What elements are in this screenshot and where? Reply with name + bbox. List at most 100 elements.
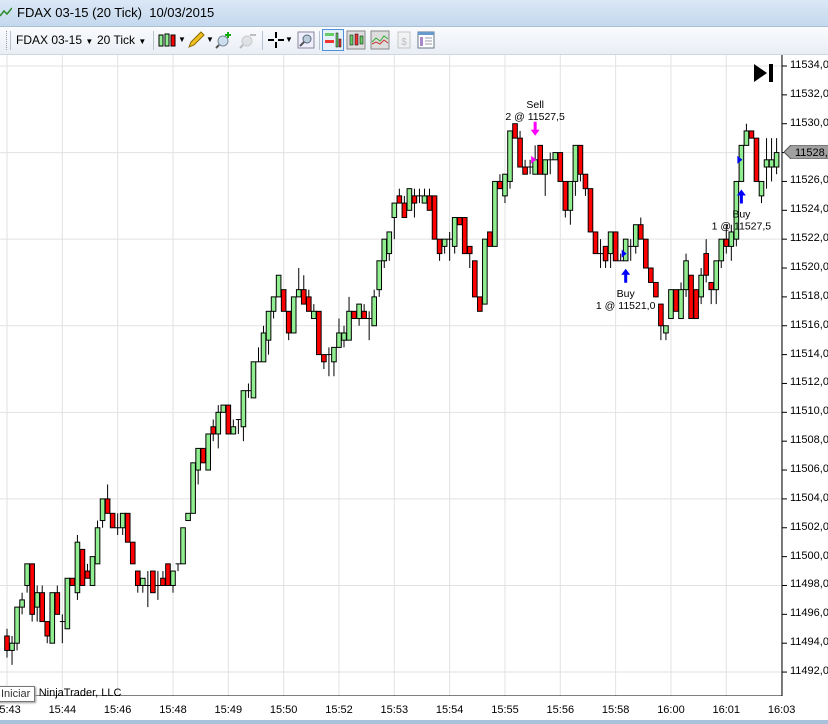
toolbar-divider: [262, 31, 263, 50]
candle-body: [436, 238, 443, 255]
candle: [587, 188, 594, 233]
candle-body: [160, 577, 166, 586]
chevron-down-icon[interactable]: ▼: [285, 31, 293, 49]
candle-body: [713, 260, 720, 291]
candle-body: [537, 144, 543, 175]
candle: [19, 592, 25, 615]
strategies-button[interactable]: [370, 30, 390, 50]
candle: [124, 512, 131, 543]
chevron-down-icon[interactable]: ▼: [206, 31, 214, 49]
candle: [331, 346, 337, 377]
candle: [300, 275, 307, 305]
indicators-button[interactable]: [346, 30, 366, 50]
candle: [145, 571, 151, 608]
candle: [567, 180, 574, 225]
candle-body: [557, 152, 564, 182]
candle: [643, 238, 649, 269]
candle: [64, 577, 71, 630]
candle-body: [14, 606, 20, 644]
draw-tool-button[interactable]: [186, 30, 206, 50]
candle-body: [311, 310, 317, 320]
chevron-down-icon[interactable]: ▼: [178, 31, 186, 49]
candle-body: [612, 231, 619, 262]
candle: [371, 289, 377, 327]
chart-trader-button[interactable]: [322, 29, 344, 51]
candle: [451, 217, 458, 254]
candle-body: [683, 260, 689, 291]
candle: [119, 512, 126, 535]
candle: [507, 130, 513, 189]
candle: [134, 570, 141, 593]
candle-body: [396, 195, 403, 204]
candle-body: [295, 289, 302, 298]
candle-body: [321, 354, 327, 363]
candle-body: [49, 592, 56, 644]
candle: [466, 245, 473, 269]
candle-body: [738, 144, 745, 182]
candle: [195, 447, 201, 485]
candle: [260, 325, 267, 363]
instrument-selector[interactable]: FDAX 03-15 ▼: [16, 31, 93, 49]
candle: [79, 548, 86, 586]
chart-app-icon: [0, 7, 12, 17]
candle-body: [406, 188, 413, 211]
instrument-label: FDAX 03-15: [16, 33, 83, 47]
candle-body: [140, 577, 146, 586]
candle: [391, 202, 398, 240]
candle-body: [411, 195, 418, 204]
time-tick-label: 15:43: [0, 704, 21, 716]
interval-selector[interactable]: 20 Tick ▼: [97, 31, 146, 49]
scroll-to-end-button[interactable]: [754, 64, 773, 82]
price-chart[interactable]: Sell2 @ 11527,5Buy1 @ 11521,0Buy1 @ 1152…: [0, 55, 828, 696]
toolbar-divider: [153, 31, 154, 50]
time-tick-label: 15:52: [325, 704, 353, 716]
candle: [180, 527, 186, 565]
candle: [441, 238, 448, 254]
candle-body: [94, 527, 101, 565]
zoom-region-button[interactable]: [296, 30, 316, 50]
candle: [74, 534, 81, 600]
zoom-in-button[interactable]: [214, 30, 234, 50]
candle-body: [190, 462, 196, 514]
account-data-button[interactable]: $: [394, 30, 414, 50]
zoom-out-button[interactable]: [238, 30, 258, 50]
candle-body: [336, 332, 342, 348]
candle-body: [341, 332, 347, 341]
candle: [104, 484, 111, 514]
candle: [99, 498, 106, 528]
indicators-icon: [346, 30, 366, 50]
time-tick-label: 15:49: [214, 704, 243, 716]
price-tick-label: 11500,0: [790, 549, 828, 562]
candle-body: [622, 238, 629, 262]
candle-body: [376, 260, 383, 291]
time-tick-label: 15:46: [103, 704, 132, 716]
candle-body: [351, 310, 357, 320]
candle: [59, 614, 65, 644]
candle-body: [54, 592, 61, 615]
candle: [280, 289, 287, 312]
execution-label: Sell: [526, 99, 544, 111]
candle-body: [643, 238, 649, 269]
properties-button[interactable]: [416, 30, 436, 50]
candle: [406, 188, 413, 211]
crosshair-button[interactable]: [266, 30, 286, 50]
time-axis[interactable]: 15:43 15:44 15:46 15:48 15:49 15:50 15:52 15:53…: [0, 696, 828, 720]
candle: [471, 260, 478, 298]
candle: [295, 268, 302, 298]
candle-body: [471, 260, 478, 298]
candle-body: [134, 570, 141, 586]
candle: [44, 621, 51, 644]
candle: [542, 159, 549, 196]
candle-body: [663, 325, 669, 334]
candle: [668, 289, 674, 320]
candle-body: [482, 238, 488, 305]
price-tick-label: 11522,0: [790, 232, 828, 245]
current-price-label: 11528,0: [795, 147, 828, 159]
price-tick-label: 11532,0: [790, 87, 828, 100]
candlestick-style-button[interactable]: [157, 30, 177, 50]
buy-arrow-icon: [621, 268, 631, 283]
toolbar-grip[interactable]: [6, 31, 8, 50]
candle-body: [517, 137, 523, 168]
candle: [512, 123, 518, 139]
candle-body: [210, 426, 217, 435]
